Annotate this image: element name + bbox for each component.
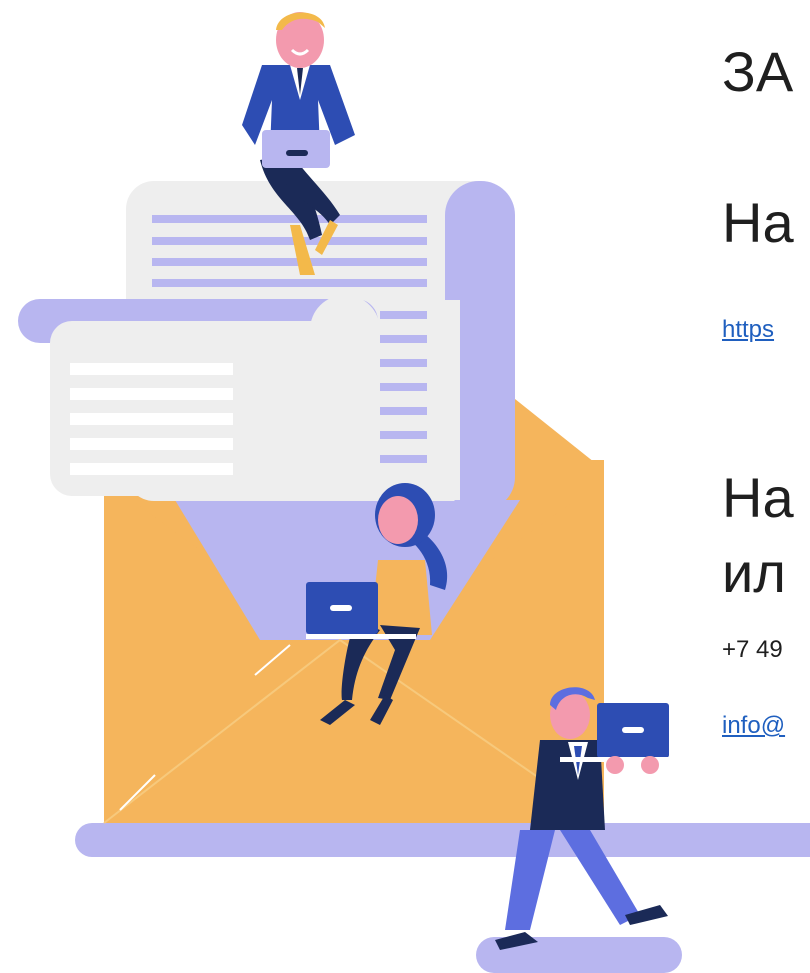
email-link[interactable]: info@ [722,712,785,740]
floor-bar [75,823,810,857]
phone-number: +7 49 [722,636,783,663]
contacts-heading: ЗА [722,40,794,103]
contact-illustration [18,12,810,973]
phone-email-heading-line2: ил [722,541,786,604]
document-scroll [18,181,515,511]
contact-text-panel: ЗА На https На ил +7 49 info@ [722,0,810,973]
website-heading: На [722,191,794,254]
website-link[interactable]: https [722,316,774,344]
phone-email-heading: На [722,466,794,529]
